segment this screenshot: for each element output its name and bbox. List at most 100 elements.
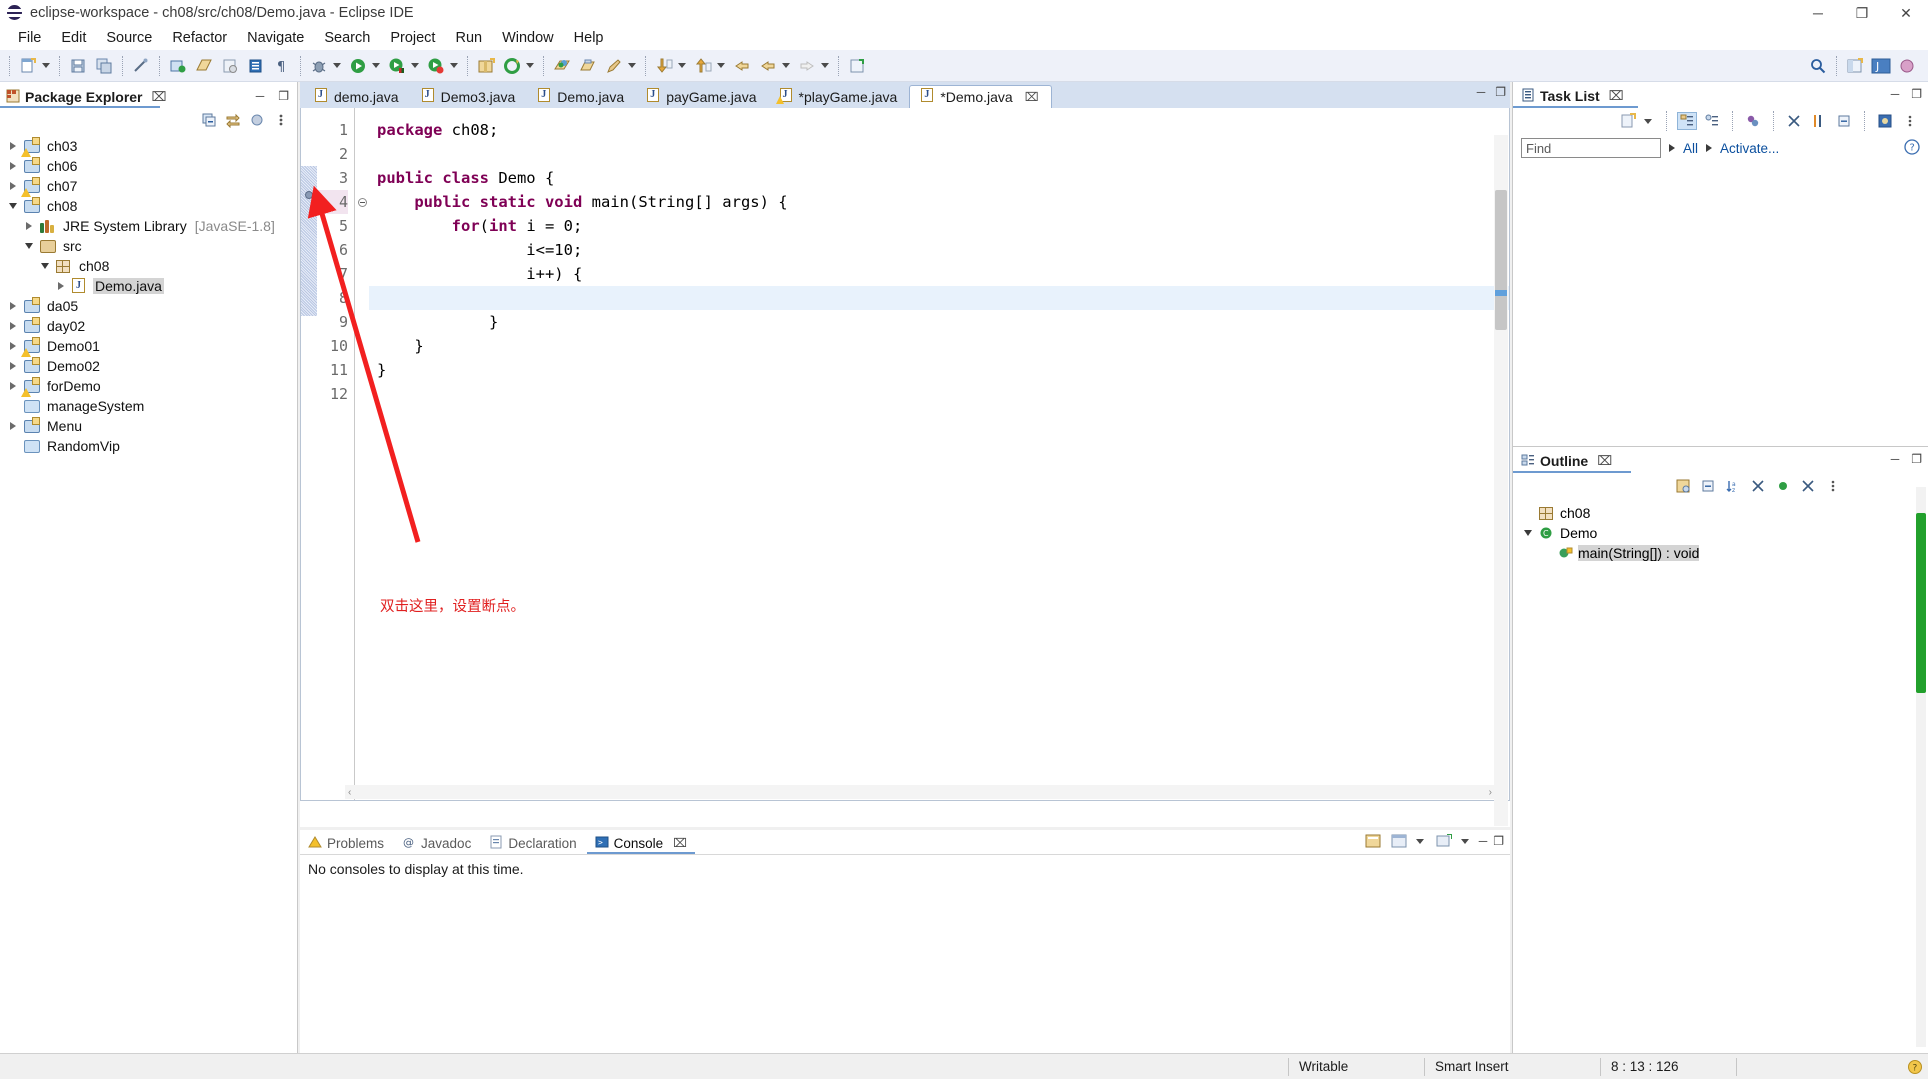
- editor-tab-bar[interactable]: Jdemo.java J Demo3.java J Demo.java JpayGame.…: [300, 82, 1510, 108]
- run-as-icon[interactable]: [386, 55, 408, 77]
- new-class-icon[interactable]: [219, 55, 241, 77]
- run-dropdown-arrow[interactable]: [372, 63, 380, 68]
- help-icon[interactable]: ?: [1902, 1059, 1928, 1075]
- previous-annotation-icon[interactable]: [692, 55, 714, 77]
- outline-scrollbar-thumb[interactable]: [1916, 513, 1926, 693]
- maximize-icon[interactable]: ❐: [278, 89, 289, 103]
- open-perspective-icon[interactable]: [1844, 55, 1866, 77]
- outline-item-demo[interactable]: C Demo: [1513, 523, 1928, 543]
- console-tab-problems[interactable]: Problems: [300, 832, 392, 854]
- new-dropdown-arrow[interactable]: [42, 63, 50, 68]
- tree-item-da05[interactable]: da05: [0, 296, 297, 316]
- new-task-icon[interactable]: [1618, 112, 1638, 130]
- menu-window[interactable]: Window: [492, 28, 564, 48]
- chevron-right-icon[interactable]: [6, 139, 20, 153]
- external-tools-dropdown-arrow[interactable]: [526, 63, 534, 68]
- code-line[interactable]: i<=10;: [369, 238, 1509, 262]
- tree-item-jre-system-library[interactable]: JRE System Library [JavaSE-1.8]: [0, 216, 297, 236]
- new-junit-icon[interactable]: [245, 55, 267, 77]
- hide-non-public-icon[interactable]: [1798, 477, 1818, 495]
- chevron-down-icon[interactable]: [6, 199, 20, 213]
- external-tools-icon[interactable]: [501, 55, 523, 77]
- chevron-right-icon[interactable]: [6, 159, 20, 173]
- outline-item-main-string-void[interactable]: main(String[]) : void: [1513, 543, 1928, 563]
- minimize-icon[interactable]: ─: [1891, 87, 1900, 101]
- code-line[interactable]: [369, 382, 1509, 406]
- console-tab-declaration[interactable]: Declaration: [481, 832, 584, 854]
- scrollbar-thumb[interactable]: [1495, 190, 1507, 330]
- editor-tab-demo3-java[interactable]: J Demo3.java: [411, 85, 528, 108]
- menu-navigate[interactable]: Navigate: [237, 28, 314, 48]
- find-input[interactable]: Find: [1521, 138, 1661, 158]
- code-text-area[interactable]: package ch08; public class Demo { public …: [369, 108, 1509, 800]
- maximize-icon[interactable]: ❐: [1495, 85, 1506, 99]
- scheduled-presentation-icon[interactable]: [1702, 112, 1722, 130]
- focus-on-active-task-icon[interactable]: [1673, 477, 1693, 495]
- new-task-dropdown-arrow[interactable]: [1644, 118, 1652, 124]
- tree-item-randomvip[interactable]: RandomVip: [0, 436, 297, 456]
- java-ee-perspective-icon[interactable]: [1896, 55, 1918, 77]
- sort-icon[interactable]: az: [1723, 477, 1743, 495]
- chevron-right-icon[interactable]: [6, 179, 20, 193]
- editor-vertical-scrollbar[interactable]: [1494, 135, 1508, 826]
- console-tab-console[interactable]: > Console ⌧: [586, 832, 695, 854]
- chevron-right-icon[interactable]: [6, 339, 20, 353]
- code-line[interactable]: }: [369, 334, 1509, 358]
- tab-outline[interactable]: Outline ⌧: [1513, 449, 1620, 473]
- console-tab-javadoc[interactable]: @ Javadoc: [394, 832, 479, 854]
- menu-project[interactable]: Project: [380, 28, 445, 48]
- chevron-down-icon[interactable]: [22, 239, 36, 253]
- new-package-icon[interactable]: [193, 55, 215, 77]
- new-java-project-icon[interactable]: [167, 55, 189, 77]
- chevron-right-icon[interactable]: [6, 299, 20, 313]
- forward-icon[interactable]: [796, 55, 818, 77]
- new-console-dropdown-arrow[interactable]: [1460, 838, 1469, 844]
- editor-tab-demo-java[interactable]: J *Demo.java ⌧: [909, 85, 1052, 108]
- chevron-right-icon[interactable]: [54, 279, 68, 293]
- synchronize-changed-icon[interactable]: [1809, 112, 1829, 130]
- chevron-right-icon[interactable]: [6, 379, 20, 393]
- minimize-icon[interactable]: ─: [256, 89, 265, 103]
- pin-console-icon[interactable]: [1389, 832, 1409, 850]
- last-edit-location-icon[interactable]: [731, 55, 753, 77]
- coverage-icon[interactable]: [425, 55, 447, 77]
- save-icon[interactable]: [67, 55, 89, 77]
- package-explorer-tree[interactable]: ch03 ch06 ch07 ch08 JRE System Library [JavaS…: [0, 132, 297, 456]
- new-console-view-icon[interactable]: [1434, 832, 1454, 850]
- open-console-icon[interactable]: [1363, 832, 1383, 850]
- save-all-icon[interactable]: [93, 55, 115, 77]
- coverage-dropdown-arrow[interactable]: [450, 63, 458, 68]
- restore-tasks-icon[interactable]: [1875, 112, 1895, 130]
- menu-refactor[interactable]: Refactor: [162, 28, 237, 48]
- view-menu-icon[interactable]: [271, 111, 291, 129]
- link-with-editor-icon[interactable]: [223, 111, 243, 129]
- tree-item-ch07[interactable]: ch07: [0, 176, 297, 197]
- tree-item-src[interactable]: src: [0, 236, 297, 256]
- collapse-all-icon[interactable]: [199, 111, 219, 129]
- help-icon[interactable]: ?: [1904, 138, 1920, 158]
- activate-arrow-icon[interactable]: [1706, 144, 1713, 152]
- close-icon[interactable]: ⌧: [673, 836, 687, 850]
- filter-completed-tasks-icon[interactable]: [1784, 112, 1804, 130]
- maximize-icon[interactable]: ❐: [1911, 87, 1922, 101]
- tree-item-ch08[interactable]: ch08: [0, 256, 297, 276]
- tree-item-ch03[interactable]: ch03: [0, 136, 297, 157]
- tree-item-ch06[interactable]: ch06: [0, 156, 297, 176]
- code-line[interactable]: [369, 142, 1509, 166]
- tree-item-demo01[interactable]: Demo01: [0, 336, 297, 357]
- editor-tab-playgame-java[interactable]: J *playGame.java: [769, 85, 910, 108]
- new-package-box-icon[interactable]: [475, 55, 497, 77]
- collapse-all-icon[interactable]: [1834, 112, 1854, 130]
- next-annotation-dropdown-arrow[interactable]: [678, 63, 686, 68]
- debug-icon[interactable]: [308, 55, 330, 77]
- edit-icon[interactable]: [603, 55, 625, 77]
- back-dropdown-arrow[interactable]: [782, 63, 790, 68]
- pin-editor-icon[interactable]: [846, 55, 868, 77]
- hide-static-icon[interactable]: [1773, 477, 1793, 495]
- tree-item-demo02[interactable]: Demo02: [0, 356, 297, 376]
- scroll-right-arrow[interactable]: ›: [1489, 787, 1492, 798]
- tree-item-day02[interactable]: day02: [0, 316, 297, 336]
- run-as-dropdown-arrow[interactable]: [411, 63, 419, 68]
- code-line[interactable]: public class Demo {: [369, 166, 1509, 190]
- collapse-all-icon[interactable]: [1698, 477, 1718, 495]
